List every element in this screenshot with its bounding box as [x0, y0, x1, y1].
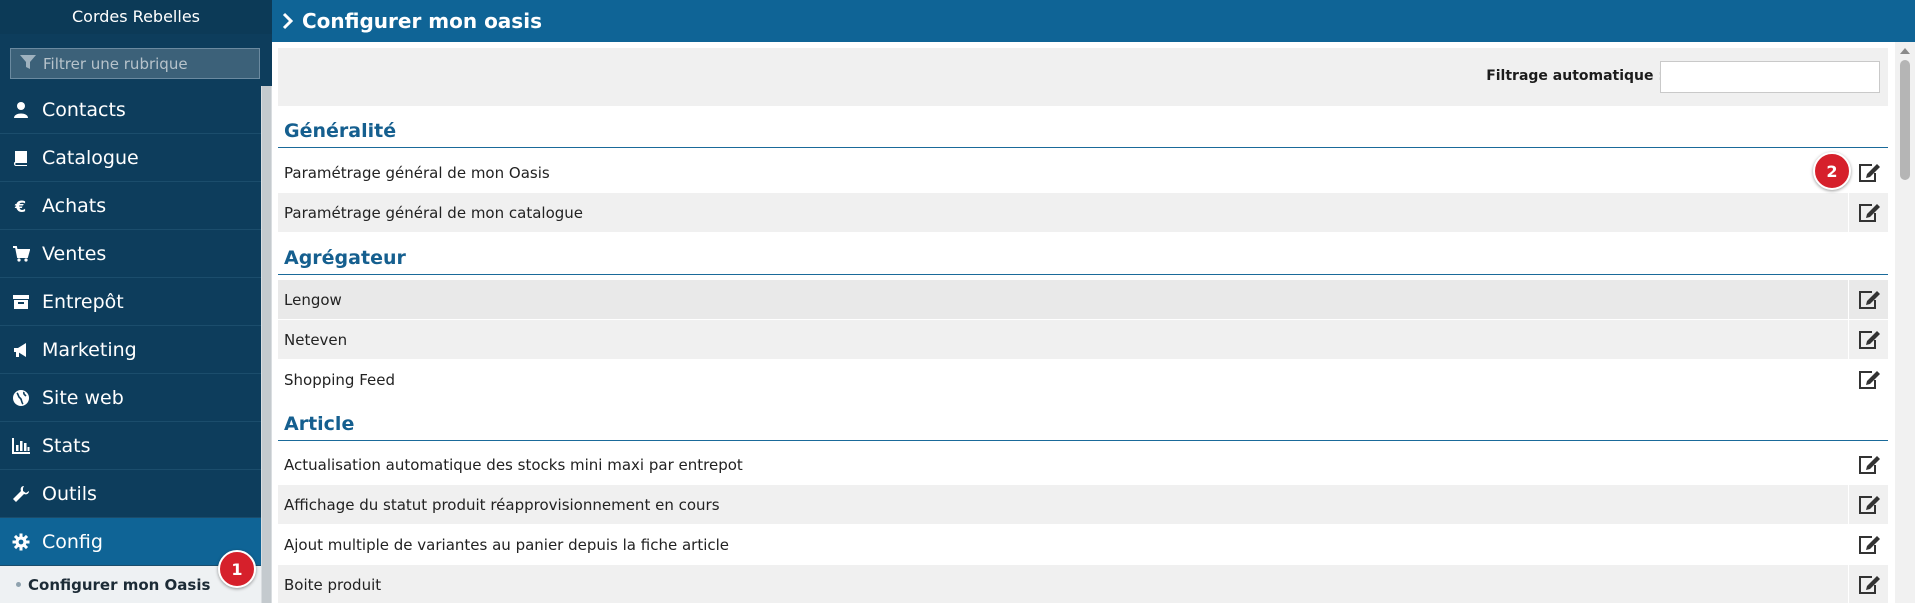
- sidebar-item-label: Outils: [42, 482, 97, 505]
- sidebar-item-label: Entrepôt: [42, 290, 124, 313]
- page-header: Configurer mon oasis: [272, 0, 1915, 42]
- config-row-label: Boite produit: [284, 575, 382, 594]
- config-row-label: Neteven: [284, 330, 348, 349]
- sidebar-item-label: Achats: [42, 194, 107, 217]
- filter-label: Filtrage automatique :: [1486, 68, 1664, 84]
- edit-icon[interactable]: [1848, 445, 1888, 484]
- main-scrollbar-thumb[interactable]: [1900, 60, 1910, 180]
- sidebar-scrollbar-thumb[interactable]: [262, 86, 271, 603]
- sidebar-subitem-label: Configurer mon Oasis: [28, 575, 211, 594]
- sidebar-item-label: Contacts: [42, 98, 126, 121]
- config-row[interactable]: Ajout multiple de variantes au panier de…: [278, 525, 1888, 564]
- config-row-label: Paramétrage général de mon catalogue: [284, 203, 583, 222]
- sidebar-scrollbar[interactable]: [261, 86, 272, 603]
- scroll-up-arrow-icon[interactable]: [1900, 48, 1910, 54]
- sidebar-item-catalogue[interactable]: Catalogue: [0, 134, 261, 182]
- edit-icon[interactable]: [1848, 565, 1888, 603]
- globe-icon: [0, 389, 42, 407]
- step-badge-2: 2: [1813, 152, 1851, 190]
- sidebar-item-entrepot[interactable]: Entrepôt: [0, 278, 261, 326]
- sidebar-item-outils[interactable]: Outils: [0, 470, 261, 518]
- bullet-icon: [16, 582, 21, 587]
- config-row[interactable]: Paramétrage général de mon catalogue: [278, 193, 1888, 232]
- wrench-icon: [0, 485, 42, 503]
- sidebar: Cordes Rebelles Contacts Catalogue € Ach…: [0, 0, 272, 603]
- sidebar-item-label: Catalogue: [42, 146, 139, 169]
- sidebar-item-ventes[interactable]: Ventes: [0, 230, 261, 278]
- section-title-article: Article: [278, 409, 1888, 441]
- config-row-label: Affichage du statut produit réapprovisio…: [284, 495, 720, 514]
- config-row-label: Shopping Feed: [284, 370, 395, 389]
- step-badge-1: 1: [218, 550, 256, 588]
- auto-filter-input[interactable]: [1660, 61, 1880, 93]
- sidebar-item-label: Ventes: [42, 242, 107, 265]
- config-row[interactable]: Shopping Feed: [278, 360, 1888, 399]
- config-row[interactable]: Paramétrage général de mon Oasis: [278, 153, 1888, 192]
- main-scrollbar[interactable]: [1895, 42, 1915, 603]
- sidebar-filter[interactable]: [10, 48, 260, 79]
- config-row-label: Ajout multiple de variantes au panier de…: [284, 535, 730, 554]
- cart-icon: [0, 245, 42, 263]
- bar-chart-icon: [0, 437, 42, 455]
- edit-icon[interactable]: [1848, 360, 1888, 399]
- megaphone-icon: [0, 341, 42, 359]
- sidebar-item-label: Config: [42, 530, 103, 553]
- main-content: Filtrage automatique : Généralité Paramé…: [272, 42, 1895, 603]
- filter-icon: [19, 53, 37, 75]
- edit-icon[interactable]: [1848, 525, 1888, 564]
- config-row[interactable]: Boite produit: [278, 565, 1888, 603]
- sidebar-item-stats[interactable]: Stats: [0, 422, 261, 470]
- config-row[interactable]: Actualisation automatique des stocks min…: [278, 445, 1888, 484]
- sidebar-item-site-web[interactable]: Site web: [0, 374, 261, 422]
- page-title: Configurer mon oasis: [302, 9, 542, 33]
- gear-icon: [0, 533, 42, 551]
- section-title-agregateur: Agrégateur: [278, 243, 1888, 275]
- sidebar-item-achats[interactable]: € Achats: [0, 182, 261, 230]
- edit-icon[interactable]: [1848, 280, 1888, 319]
- sidebar-menu: Contacts Catalogue € Achats Ventes Entre…: [0, 86, 261, 566]
- chevron-right-icon: [282, 12, 294, 30]
- section-title-generalite: Généralité: [278, 116, 1888, 148]
- config-row-label: Actualisation automatique des stocks min…: [284, 455, 743, 474]
- sidebar-item-label: Site web: [42, 386, 124, 409]
- edit-icon[interactable]: [1848, 320, 1888, 359]
- edit-icon[interactable]: [1848, 153, 1888, 192]
- sidebar-filter-input[interactable]: [43, 54, 253, 73]
- edit-icon[interactable]: [1848, 193, 1888, 232]
- config-row[interactable]: Neteven: [278, 320, 1888, 359]
- config-row-label: Lengow: [284, 290, 342, 309]
- svg-text:€: €: [14, 197, 26, 215]
- config-row[interactable]: Lengow: [278, 280, 1888, 319]
- sidebar-item-contacts[interactable]: Contacts: [0, 86, 261, 134]
- config-row[interactable]: Affichage du statut produit réapprovisio…: [278, 485, 1888, 524]
- edit-icon[interactable]: [1848, 485, 1888, 524]
- book-icon: [0, 149, 42, 167]
- config-row-label: Paramétrage général de mon Oasis: [284, 163, 550, 182]
- sidebar-item-label: Stats: [42, 434, 91, 457]
- sidebar-item-label: Marketing: [42, 338, 137, 361]
- sidebar-item-marketing[interactable]: Marketing: [0, 326, 261, 374]
- app-title: Cordes Rebelles: [0, 0, 272, 34]
- user-icon: [0, 101, 42, 119]
- filter-bar: Filtrage automatique :: [278, 48, 1888, 106]
- euro-icon: €: [0, 197, 42, 215]
- archive-icon: [0, 293, 42, 311]
